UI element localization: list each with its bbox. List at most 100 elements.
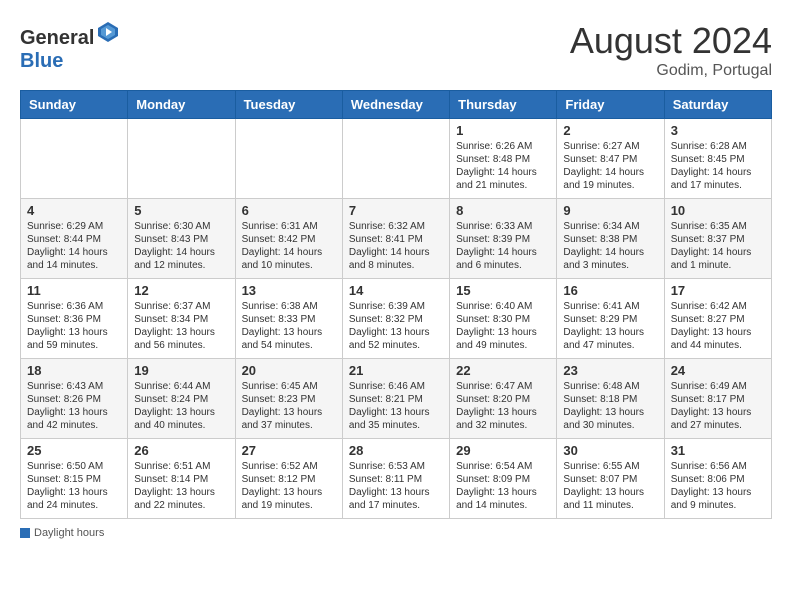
day-info: Daylight: 14 hours and 21 minutes.	[456, 166, 550, 192]
day-info: Sunset: 8:11 PM	[349, 473, 443, 486]
calendar-week-3: 11Sunrise: 6:36 AMSunset: 8:36 PMDayligh…	[21, 279, 772, 359]
day-info: Daylight: 13 hours and 19 minutes.	[242, 486, 336, 512]
day-info: Sunset: 8:07 PM	[563, 473, 657, 486]
day-number: 16	[563, 283, 657, 298]
day-info: Sunrise: 6:47 AM	[456, 380, 550, 393]
calendar-cell: 5Sunrise: 6:30 AMSunset: 8:43 PMDaylight…	[128, 199, 235, 279]
weekday-header-wednesday: Wednesday	[342, 91, 449, 119]
day-info: Sunset: 8:12 PM	[242, 473, 336, 486]
calendar-week-1: 1Sunrise: 6:26 AMSunset: 8:48 PMDaylight…	[21, 119, 772, 199]
day-number: 2	[563, 123, 657, 138]
weekday-header-thursday: Thursday	[450, 91, 557, 119]
day-info: Sunrise: 6:27 AM	[563, 140, 657, 153]
day-number: 30	[563, 443, 657, 458]
day-info: Sunrise: 6:26 AM	[456, 140, 550, 153]
calendar-cell: 12Sunrise: 6:37 AMSunset: 8:34 PMDayligh…	[128, 279, 235, 359]
day-number: 27	[242, 443, 336, 458]
calendar-cell: 29Sunrise: 6:54 AMSunset: 8:09 PMDayligh…	[450, 439, 557, 519]
day-info: Sunrise: 6:50 AM	[27, 460, 121, 473]
day-info: Daylight: 13 hours and 22 minutes.	[134, 486, 228, 512]
day-info: Sunrise: 6:53 AM	[349, 460, 443, 473]
calendar-cell: 19Sunrise: 6:44 AMSunset: 8:24 PMDayligh…	[128, 359, 235, 439]
day-info: Daylight: 13 hours and 35 minutes.	[349, 406, 443, 432]
day-info: Sunrise: 6:55 AM	[563, 460, 657, 473]
day-info: Sunrise: 6:38 AM	[242, 300, 336, 313]
day-number: 24	[671, 363, 765, 378]
day-info: Sunrise: 6:36 AM	[27, 300, 121, 313]
day-info: Daylight: 13 hours and 44 minutes.	[671, 326, 765, 352]
day-info: Sunrise: 6:31 AM	[242, 220, 336, 233]
day-number: 18	[27, 363, 121, 378]
page-header: General Blue August 2024 Godim, Portugal	[20, 20, 772, 80]
day-number: 29	[456, 443, 550, 458]
calendar-cell: 15Sunrise: 6:40 AMSunset: 8:30 PMDayligh…	[450, 279, 557, 359]
day-number: 25	[27, 443, 121, 458]
day-info: Sunset: 8:42 PM	[242, 233, 336, 246]
day-number: 20	[242, 363, 336, 378]
calendar-cell: 24Sunrise: 6:49 AMSunset: 8:17 PMDayligh…	[664, 359, 771, 439]
day-number: 21	[349, 363, 443, 378]
title-area: August 2024 Godim, Portugal	[570, 20, 772, 80]
day-info: Daylight: 13 hours and 52 minutes.	[349, 326, 443, 352]
legend-dot	[20, 528, 30, 538]
day-info: Sunrise: 6:52 AM	[242, 460, 336, 473]
day-info: Sunset: 8:32 PM	[349, 313, 443, 326]
calendar-cell: 28 Sunrise: 6:53 AMSunset: 8:11 PMDayligh…	[342, 439, 449, 519]
day-info: Sunrise: 6:41 AM	[563, 300, 657, 313]
day-number: 6	[242, 203, 336, 218]
day-info: Sunset: 8:15 PM	[27, 473, 121, 486]
daylight-hours-label: Daylight hours	[34, 527, 104, 539]
day-info: Daylight: 13 hours and 56 minutes.	[134, 326, 228, 352]
day-number: 17	[671, 283, 765, 298]
calendar-cell: 16Sunrise: 6:41 AMSunset: 8:29 PMDayligh…	[557, 279, 664, 359]
day-number: 28	[349, 443, 443, 458]
day-info: Sunset: 8:36 PM	[27, 313, 121, 326]
calendar-cell: 9Sunrise: 6:34 AMSunset: 8:38 PMDaylight…	[557, 199, 664, 279]
day-number: 7	[349, 203, 443, 218]
weekday-header-sunday: Sunday	[21, 91, 128, 119]
calendar-cell	[128, 119, 235, 199]
day-number: 22	[456, 363, 550, 378]
day-number: 12	[134, 283, 228, 298]
day-info: Sunrise: 6:34 AM	[563, 220, 657, 233]
day-info: Daylight: 13 hours and 49 minutes.	[456, 326, 550, 352]
day-info: Sunset: 8:41 PM	[349, 233, 443, 246]
daylight-legend-item: Daylight hours	[20, 527, 104, 539]
day-info: Daylight: 13 hours and 59 minutes.	[27, 326, 121, 352]
day-info: Daylight: 13 hours and 17 minutes.	[349, 486, 443, 512]
day-info: Sunrise: 6:30 AM	[134, 220, 228, 233]
calendar-cell: 31Sunrise: 6:56 AMSunset: 8:06 PMDayligh…	[664, 439, 771, 519]
calendar-cell: 22Sunrise: 6:47 AMSunset: 8:20 PMDayligh…	[450, 359, 557, 439]
calendar-cell: 30Sunrise: 6:55 AMSunset: 8:07 PMDayligh…	[557, 439, 664, 519]
day-info: Sunrise: 6:40 AM	[456, 300, 550, 313]
day-info: Daylight: 13 hours and 24 minutes.	[27, 486, 121, 512]
calendar-cell: 2Sunrise: 6:27 AMSunset: 8:47 PMDaylight…	[557, 119, 664, 199]
day-info: Sunset: 8:44 PM	[27, 233, 121, 246]
calendar-cell	[342, 119, 449, 199]
day-info: Daylight: 14 hours and 14 minutes.	[27, 246, 121, 272]
day-info: Daylight: 13 hours and 42 minutes.	[27, 406, 121, 432]
day-info: Sunset: 8:34 PM	[134, 313, 228, 326]
day-info: Sunset: 8:48 PM	[456, 153, 550, 166]
day-info: Sunrise: 6:44 AM	[134, 380, 228, 393]
day-info: Daylight: 13 hours and 32 minutes.	[456, 406, 550, 432]
day-info: Sunset: 8:47 PM	[563, 153, 657, 166]
weekday-header-tuesday: Tuesday	[235, 91, 342, 119]
day-info: Sunset: 8:33 PM	[242, 313, 336, 326]
day-info: Sunset: 8:43 PM	[134, 233, 228, 246]
day-number: 23	[563, 363, 657, 378]
day-info: Daylight: 13 hours and 14 minutes.	[456, 486, 550, 512]
weekday-header-saturday: Saturday	[664, 91, 771, 119]
day-info: Sunrise: 6:39 AM	[349, 300, 443, 313]
day-info: Daylight: 13 hours and 27 minutes.	[671, 406, 765, 432]
day-info: Sunset: 8:30 PM	[456, 313, 550, 326]
logo-icon	[96, 20, 120, 44]
calendar-week-2: 4Sunrise: 6:29 AMSunset: 8:44 PMDaylight…	[21, 199, 772, 279]
day-info: Sunrise: 6:51 AM	[134, 460, 228, 473]
day-number: 10	[671, 203, 765, 218]
day-info: Daylight: 14 hours and 3 minutes.	[563, 246, 657, 272]
day-number: 14	[349, 283, 443, 298]
day-info: Sunset: 8:24 PM	[134, 393, 228, 406]
day-number: 19	[134, 363, 228, 378]
calendar-cell: 7Sunrise: 6:32 AMSunset: 8:41 PMDaylight…	[342, 199, 449, 279]
